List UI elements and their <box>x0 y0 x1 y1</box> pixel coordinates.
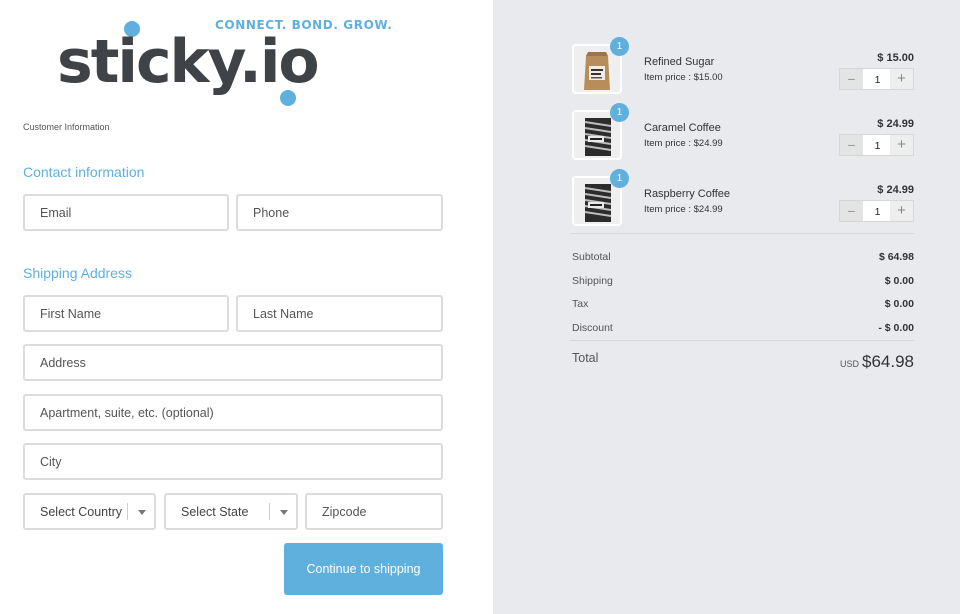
shipping-value: $ 0.00 <box>884 275 914 287</box>
apartment-field[interactable] <box>23 394 443 431</box>
first-name-field[interactable] <box>23 295 229 332</box>
cart-item: 1 Refined Sugar Item price : $15.00 $ 15… <box>572 37 914 104</box>
increase-quantity-button[interactable]: + <box>890 201 913 221</box>
chevron-down-icon <box>138 510 146 515</box>
item-unit-price: Item price : $24.99 <box>644 204 723 215</box>
discount-label: Discount <box>572 322 613 334</box>
item-unit-price: Item price : $15.00 <box>644 72 723 83</box>
cart-item: 1 Raspberry Coffee Item price : $24.99 $… <box>572 169 914 236</box>
phone-input[interactable] <box>238 196 441 229</box>
shipping-section-title: Shipping Address <box>23 265 132 281</box>
subtotal-value: $ 64.98 <box>878 251 914 263</box>
logo-tagline: CONNECT. BOND. GROW. <box>215 18 393 32</box>
country-select-label: Select Country <box>40 505 122 519</box>
decrease-quantity-button[interactable]: − <box>840 135 863 155</box>
address-input[interactable] <box>25 346 441 379</box>
item-name: Raspberry Coffee <box>644 188 731 200</box>
item-line-total: $ 24.99 <box>877 184 914 196</box>
last-name-field[interactable] <box>236 295 443 332</box>
last-name-input[interactable] <box>238 297 441 330</box>
city-field[interactable] <box>23 443 443 480</box>
state-select-label: Select State <box>181 505 249 519</box>
phone-field[interactable] <box>236 194 443 231</box>
quantity-value[interactable]: 1 <box>863 135 892 155</box>
item-name: Caramel Coffee <box>644 122 721 134</box>
country-select[interactable]: Select Country <box>23 493 156 530</box>
quantity-stepper: − 1 + <box>839 200 914 222</box>
total-divider <box>570 340 914 341</box>
quantity-stepper: − 1 + <box>839 134 914 156</box>
apartment-input[interactable] <box>25 396 441 429</box>
decrease-quantity-button[interactable]: − <box>840 201 863 221</box>
quantity-value[interactable]: 1 <box>863 69 892 89</box>
increase-quantity-button[interactable]: + <box>890 135 913 155</box>
quantity-stepper: − 1 + <box>839 68 914 90</box>
contact-section-title: Contact information <box>23 164 145 180</box>
item-line-total: $ 15.00 <box>877 52 914 64</box>
increase-quantity-button[interactable]: + <box>890 69 913 89</box>
quantity-value[interactable]: 1 <box>863 201 892 221</box>
first-name-input[interactable] <box>25 297 227 330</box>
zipcode-input[interactable] <box>307 495 441 528</box>
zipcode-field[interactable] <box>305 493 443 530</box>
city-input[interactable] <box>25 445 441 478</box>
tax-value: $ 0.00 <box>884 298 914 310</box>
address-field[interactable] <box>23 344 443 381</box>
checkout-form-panel: sticky.io CONNECT. BOND. GROW. Customer … <box>0 0 493 614</box>
tax-label: Tax <box>572 298 589 310</box>
brand-logo: sticky.io CONNECT. BOND. GROW. <box>55 18 392 110</box>
logo-wordmark: sticky.io <box>57 27 320 97</box>
email-input[interactable] <box>25 196 227 229</box>
decrease-quantity-button[interactable]: − <box>840 69 863 89</box>
state-select[interactable]: Select State <box>164 493 298 530</box>
item-name: Refined Sugar <box>644 56 715 68</box>
quantity-badge: 1 <box>610 37 629 56</box>
email-field[interactable] <box>23 194 229 231</box>
subtotal-label: Subtotal <box>572 251 611 263</box>
quantity-badge: 1 <box>610 103 629 122</box>
breadcrumb: Customer Information <box>23 122 110 132</box>
select-separator <box>127 503 128 520</box>
shipping-label: Shipping <box>572 275 613 287</box>
continue-to-shipping-button[interactable]: Continue to shipping <box>284 543 443 595</box>
total-currency: USD <box>839 359 859 369</box>
total-label: Total <box>572 351 599 365</box>
item-unit-price: Item price : $24.99 <box>644 138 723 149</box>
summary-divider <box>570 233 914 234</box>
cart-item: 1 Caramel Coffee Item price : $24.99 $ 2… <box>572 103 914 170</box>
select-separator <box>269 503 270 520</box>
logo-dot-bottom <box>280 90 296 106</box>
chevron-down-icon <box>280 510 288 515</box>
item-line-total: $ 24.99 <box>877 118 914 130</box>
discount-value: - $ 0.00 <box>878 322 914 334</box>
quantity-badge: 1 <box>610 169 629 188</box>
total-amount: $64.98 <box>862 352 914 371</box>
